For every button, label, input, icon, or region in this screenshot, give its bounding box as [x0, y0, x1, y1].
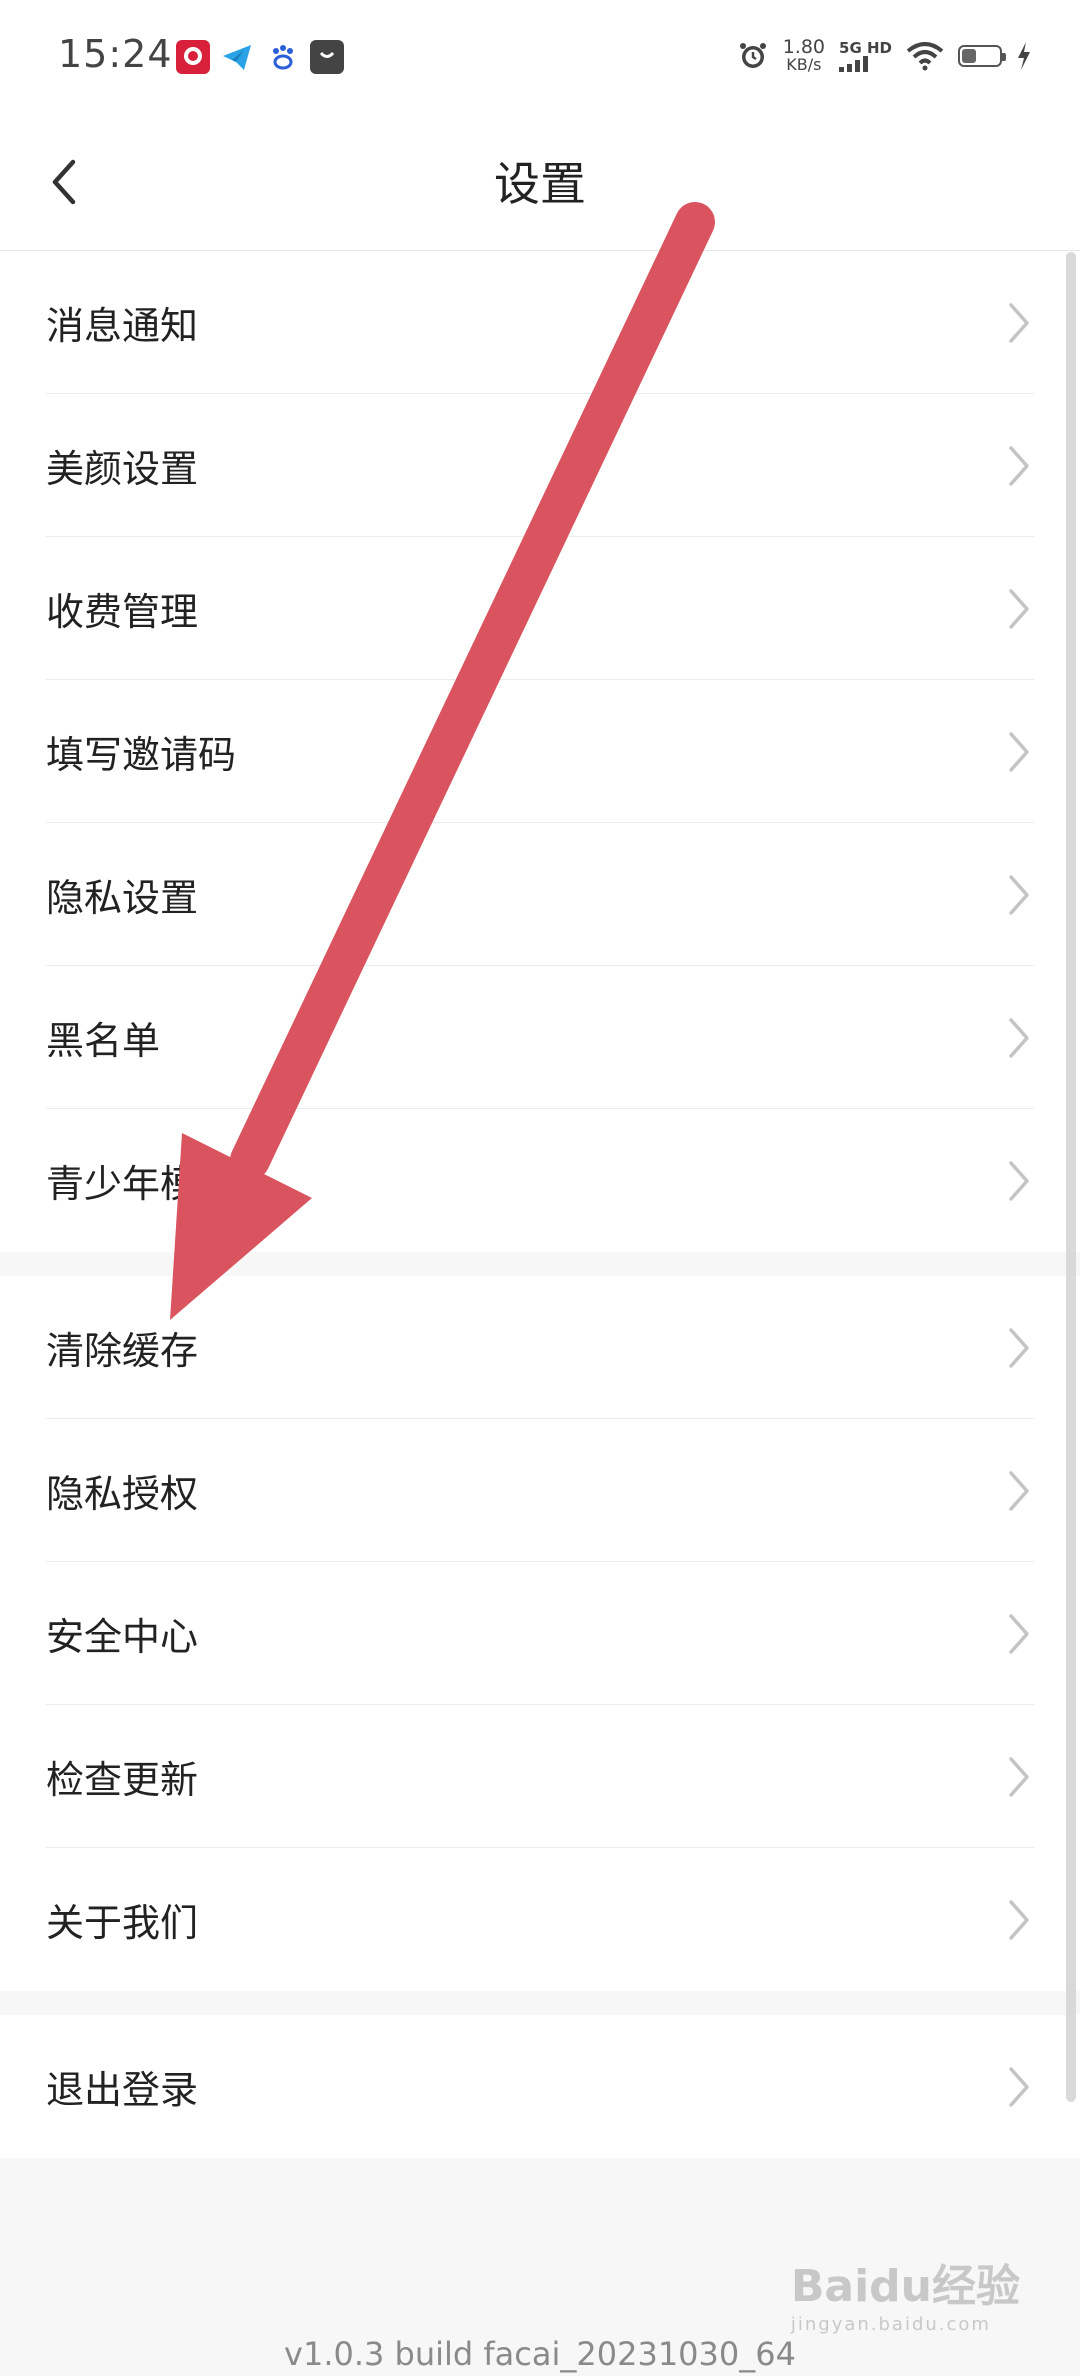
status-bar: 15:24 1.80 KB/s 5G HD — [0, 0, 1080, 110]
settings-row-label: 退出登录 — [46, 2068, 199, 2112]
group-separator — [0, 1991, 1080, 2015]
settings-group: 清除缓存隐私授权安全中心检查更新关于我们 — [0, 1276, 1080, 1991]
group-separator — [0, 1252, 1080, 1276]
settings-row-label: 青少年模式 — [46, 1162, 237, 1206]
chevron-right-icon — [1009, 731, 1029, 772]
watermark-url: jingyan.baidu.com — [790, 2314, 991, 2335]
settings-row[interactable]: 安全中心 — [0, 1562, 1080, 1705]
chevron-right-icon — [1009, 1756, 1029, 1797]
watermark-brand: Baidu经验 — [790, 2261, 1020, 2312]
settings-row-label: 关于我们 — [46, 1901, 199, 1945]
settings-row[interactable]: 美颜设置 — [0, 394, 1080, 537]
alarm-icon — [739, 43, 766, 68]
status-indicators: 1.80 KB/s 5G HD — [737, 34, 1032, 78]
chevron-right-icon — [1009, 1613, 1029, 1654]
settings-row[interactable]: 清除缓存 — [0, 1276, 1080, 1419]
chevron-right-icon — [1009, 1327, 1029, 1368]
app-red-icon — [176, 40, 210, 74]
settings-row-label: 清除缓存 — [46, 1329, 199, 1373]
network-speed: 1.80 KB/s — [782, 36, 826, 74]
settings-row[interactable]: 隐私授权 — [0, 1419, 1080, 1562]
settings-groups: 消息通知美颜设置收费管理填写邀请码隐私设置黑名单青少年模式清除缓存隐私授权安全中… — [0, 251, 1080, 2158]
settings-row-label: 隐私设置 — [46, 876, 199, 920]
wifi-icon — [906, 42, 944, 71]
settings-row[interactable]: 退出登录 — [0, 2015, 1080, 2158]
charging-icon — [1018, 42, 1030, 70]
settings-row[interactable]: 消息通知 — [0, 251, 1080, 394]
settings-row[interactable]: 黑名单 — [0, 966, 1080, 1109]
settings-row[interactable]: 收费管理 — [0, 537, 1080, 680]
settings-row-label: 黑名单 — [46, 1019, 161, 1063]
chevron-right-icon — [1009, 1899, 1029, 1940]
settings-row-label: 美颜设置 — [46, 447, 199, 491]
settings-row[interactable]: 隐私设置 — [0, 823, 1080, 966]
app-baidu-icon — [266, 40, 300, 74]
chevron-right-icon — [1009, 1017, 1029, 1058]
settings-group: 消息通知美颜设置收费管理填写邀请码隐私设置黑名单青少年模式 — [0, 251, 1080, 1252]
nav-header: 设置 — [0, 110, 1080, 251]
settings-row-label: 安全中心 — [46, 1615, 199, 1659]
battery-icon — [958, 45, 1006, 67]
chevron-right-icon — [1009, 2066, 1029, 2107]
settings-row[interactable]: 关于我们 — [0, 1848, 1080, 1991]
status-time: 15:24 — [58, 32, 173, 76]
chevron-right-icon — [1009, 874, 1029, 915]
settings-row-label: 隐私授权 — [46, 1472, 199, 1516]
signal-icon: 5G HD — [839, 40, 892, 72]
settings-row-label: 收费管理 — [46, 590, 199, 634]
chevron-right-icon — [1009, 1470, 1029, 1511]
settings-content: 消息通知美颜设置收费管理填写邀请码隐私设置黑名单青少年模式清除缓存隐私授权安全中… — [0, 251, 1080, 2376]
settings-row-label: 消息通知 — [46, 304, 199, 348]
chevron-right-icon — [1009, 445, 1029, 486]
settings-row[interactable]: 检查更新 — [0, 1705, 1080, 1848]
version-text: v1.0.3 build facai_20231030_64 — [284, 2335, 796, 2373]
scrollbar[interactable] — [1066, 252, 1076, 2102]
settings-row[interactable]: 青少年模式 — [0, 1109, 1080, 1252]
app-bag-icon — [310, 40, 344, 74]
watermark-logo: Baidu经验 jingyan.baidu.com — [791, 2250, 1020, 2335]
settings-row-label: 填写邀请码 — [46, 733, 237, 777]
settings-row[interactable]: 填写邀请码 — [0, 680, 1080, 823]
chevron-right-icon — [1009, 588, 1029, 629]
settings-group: 退出登录 — [0, 2015, 1080, 2158]
chevron-right-icon — [1009, 302, 1029, 343]
chevron-right-icon — [1009, 1160, 1029, 1201]
app-telegram-icon — [220, 40, 254, 74]
settings-row-label: 检查更新 — [46, 1758, 199, 1802]
page-title: 设置 — [494, 157, 586, 211]
